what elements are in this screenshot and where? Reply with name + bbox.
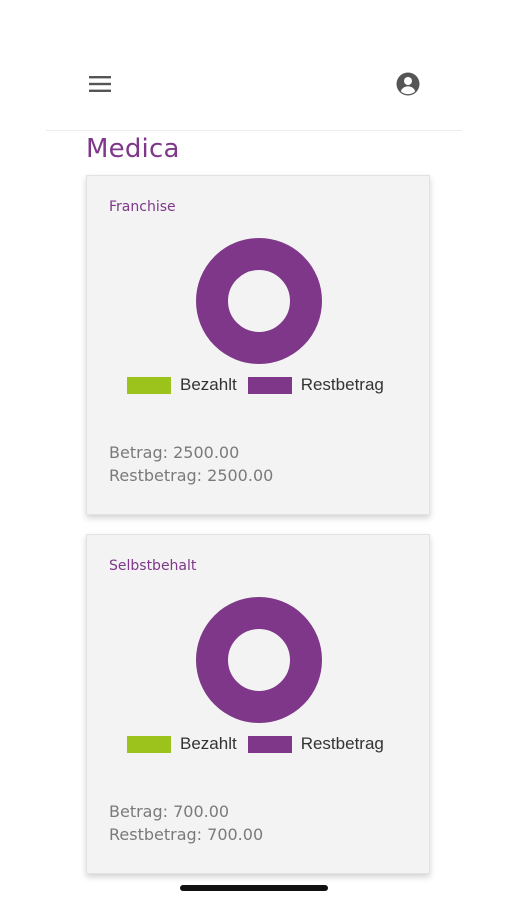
selbstbehalt-donut-chart [196,597,322,723]
app-screen: Medica Franchise Bezahlt Restbetrag Betr… [0,0,507,900]
amount-line: Betrag: 700.00 [109,802,230,821]
card-title: Franchise [109,199,176,215]
legend-label-paid: Bezahlt [180,375,237,394]
remaining-line: Restbetrag: 2500.00 [109,466,274,485]
legend-label-remaining: Restbetrag [300,375,384,394]
legend-item-paid: Bezahlt [127,375,237,395]
top-app-bar [0,0,507,131]
page-title: Medica [86,134,180,164]
account-circle-icon [396,72,420,96]
legend-swatch-paid [127,376,171,394]
header-divider [46,130,462,131]
franchise-card: Franchise Bezahlt Restbetrag Betrag: 250… [86,175,430,515]
hamburger-menu-icon [89,76,111,92]
amount-info: Betrag: 700.00 Restbetrag: 700.00 [109,800,263,846]
card-title: Selbstbehalt [109,558,197,574]
legend-item-paid: Bezahlt [127,734,237,754]
home-indicator [180,885,328,891]
chart-legend: Bezahlt Restbetrag [127,375,407,395]
amount-info: Betrag: 2500.00 Restbetrag: 2500.00 [109,441,273,487]
selbstbehalt-card: Selbstbehalt Bezahlt Restbetrag Betrag: … [86,534,430,874]
legend-label-remaining: Restbetrag [300,734,384,753]
legend-label-paid: Bezahlt [180,734,237,753]
legend-swatch-paid [127,735,171,753]
legend-swatch-remaining [247,735,292,753]
legend-item-remaining: Restbetrag [247,375,384,395]
donut-slice-restbetrag [196,238,322,364]
amount-line: Betrag: 2500.00 [109,443,240,462]
menu-button[interactable] [86,70,114,98]
chart-legend: Bezahlt Restbetrag [127,734,407,754]
legend-item-remaining: Restbetrag [247,734,384,754]
legend-swatch-remaining [247,376,292,394]
account-button[interactable] [394,70,422,98]
franchise-donut-chart [196,238,322,364]
remaining-line: Restbetrag: 700.00 [109,825,264,844]
donut-slice-restbetrag [196,597,322,723]
